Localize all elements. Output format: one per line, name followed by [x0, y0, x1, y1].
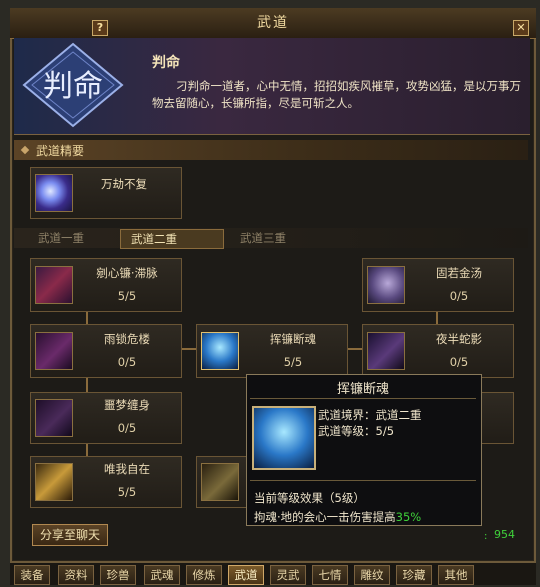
tooltip-effect-header: 当前等级效果（5级）: [254, 491, 365, 505]
skill-name: 噩梦缠身: [104, 398, 150, 412]
skill-card[interactable]: 噩梦缠身 0/5: [30, 392, 182, 444]
warrior-icon: [35, 463, 73, 501]
tab-martial-path[interactable]: 武道: [228, 565, 264, 585]
golden-icon: [201, 463, 239, 501]
essence-card[interactable]: 万劫不复: [30, 167, 182, 219]
reaper-icon: [252, 406, 316, 470]
skill-name: 挥镰断魂: [270, 332, 316, 346]
tooltip-divider: [250, 480, 476, 481]
skill-name: 固若金汤: [436, 266, 482, 280]
tab-tier-1[interactable]: 武道一重: [28, 229, 124, 247]
path-description: 刁判命一道者，心中无情，招招如疾风摧草，攻势凶猛，是以万事万物去留随心，长镰所指…: [152, 79, 521, 110]
skill-name: 剜心镰·滞脉: [96, 266, 158, 280]
tab-profile[interactable]: 资料: [58, 565, 94, 585]
skill-level: 0/5: [117, 355, 137, 369]
skill-level: 5/5: [283, 355, 303, 369]
skill-connector: [86, 376, 88, 392]
tab-tier-1-label: 武道一重: [38, 231, 84, 245]
skill-level: 5/5: [117, 289, 137, 303]
vortex-icon: [35, 174, 73, 212]
skill-level: 0/5: [449, 355, 469, 369]
tooltip-title: 挥镰断魂: [336, 382, 389, 397]
path-title: 判命: [152, 55, 180, 71]
tooltip-effect-text: 拘魂·地的会心一击伤害提高: [254, 510, 396, 524]
skill-name: 雨锁危楼: [104, 332, 150, 346]
tab-engraving[interactable]: 雕纹: [354, 565, 390, 585]
nightmare-icon: [35, 399, 73, 437]
tab-tier-2-label: 武道二重: [131, 232, 177, 246]
skill-card[interactable]: 固若金汤 0/5: [362, 258, 514, 312]
tab-emotions[interactable]: 七情: [312, 565, 348, 585]
skill-name: 唯我自在: [104, 462, 150, 476]
tab-tier-3-label: 武道三重: [240, 231, 286, 245]
rain-lock-icon: [35, 332, 73, 370]
skill-card-selected[interactable]: 挥镰断魂 5/5: [196, 324, 348, 378]
serpent-shadow-icon: [367, 332, 405, 370]
help-icon[interactable]: ?: [92, 20, 108, 36]
tab-tier-3[interactable]: 武道三重: [230, 229, 326, 247]
close-icon[interactable]: ✕: [513, 20, 529, 36]
tooltip-realm: 武道境界：武道二重: [318, 408, 422, 422]
skill-card[interactable]: 剜心镰·滞脉 5/5: [30, 258, 182, 312]
tooltip-divider: [250, 398, 476, 399]
tab-martial-soul[interactable]: 武魂: [144, 565, 180, 585]
essence-name: 万劫不复: [101, 177, 147, 191]
tab-other[interactable]: 其他: [438, 565, 474, 585]
share-to-chat-button[interactable]: 分享至聊天: [32, 524, 108, 546]
tab-pets[interactable]: 珍兽: [100, 565, 136, 585]
points-dot: :: [484, 531, 488, 542]
tab-collection[interactable]: 珍藏: [396, 565, 432, 585]
essence-section-label: 武道精要: [36, 144, 85, 158]
tooltip-effect-value: 35%: [395, 510, 422, 524]
skill-level: 0/5: [449, 289, 469, 303]
tooltip-level: 武道等级：5/5: [318, 424, 395, 438]
scythe-icon: [35, 266, 73, 304]
skill-name: 夜半蛇影: [436, 332, 482, 346]
skill-card[interactable]: 夜半蛇影 0/5: [362, 324, 514, 378]
reaper-icon: [201, 332, 239, 370]
skill-card[interactable]: 雨锁危楼 0/5: [30, 324, 182, 378]
tab-tier-2[interactable]: 武道二重: [120, 229, 224, 249]
emblem-text: 判命: [43, 69, 103, 104]
skill-level: 0/5: [117, 421, 137, 435]
skill-level: 5/5: [117, 485, 137, 499]
tooltip-effect: 拘魂·地的会心一击伤害提高35%: [254, 509, 421, 525]
tab-equipment[interactable]: 装备: [14, 565, 50, 585]
points-value: 954: [494, 528, 515, 541]
window-title: 武道: [257, 15, 289, 31]
tab-cultivation[interactable]: 修炼: [186, 565, 222, 585]
skill-card[interactable]: 唯我自在 5/5: [30, 456, 182, 508]
shield-aura-icon: [367, 266, 405, 304]
path-emblem: 判命: [18, 40, 128, 130]
tab-spirit-weapon[interactable]: 灵武: [270, 565, 306, 585]
title-bar[interactable]: 武道: [10, 8, 536, 39]
essence-section-bar: [14, 140, 528, 160]
